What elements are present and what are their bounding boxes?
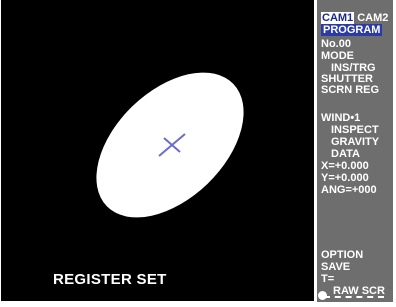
scrn-reg-menu-item[interactable]: SCRN REG — [321, 85, 379, 96]
program-number: No.00 — [321, 38, 351, 50]
window-menu-item[interactable]: WIND•1 — [321, 113, 360, 124]
save-menu-item[interactable]: SAVE — [321, 262, 350, 273]
option-menu-item[interactable]: OPTION — [321, 250, 363, 261]
y-value: Y=+0.000 — [321, 172, 369, 184]
gravity-menu-item[interactable]: GRAVITY — [331, 137, 379, 148]
dashed-line — [324, 296, 384, 298]
t-value: T= — [321, 273, 335, 285]
cursor-dot-icon — [318, 291, 327, 300]
data-menu-item[interactable]: DATA — [331, 149, 360, 160]
inspect-menu-item[interactable]: INSPECT — [331, 125, 379, 136]
menu-panel: CAM1 CAM2 PROGRAM No.00 MODE INS/TRG SHU… — [317, 0, 393, 302]
cam1-tab[interactable]: CAM1 — [321, 12, 355, 24]
mode-menu-item[interactable]: MODE — [321, 51, 354, 62]
camera-view: REGISTER SET — [1, 0, 314, 301]
status-label: REGISTER SET — [53, 271, 167, 288]
cam2-tab[interactable]: CAM2 — [357, 12, 388, 24]
object-ellipse — [96, 72, 244, 218]
program-menu-item[interactable]: PROGRAM — [321, 24, 383, 36]
camera-image — [96, 72, 244, 218]
x-value: X=+0.000 — [321, 160, 369, 172]
angle-value: ANG=+000 — [321, 184, 377, 196]
